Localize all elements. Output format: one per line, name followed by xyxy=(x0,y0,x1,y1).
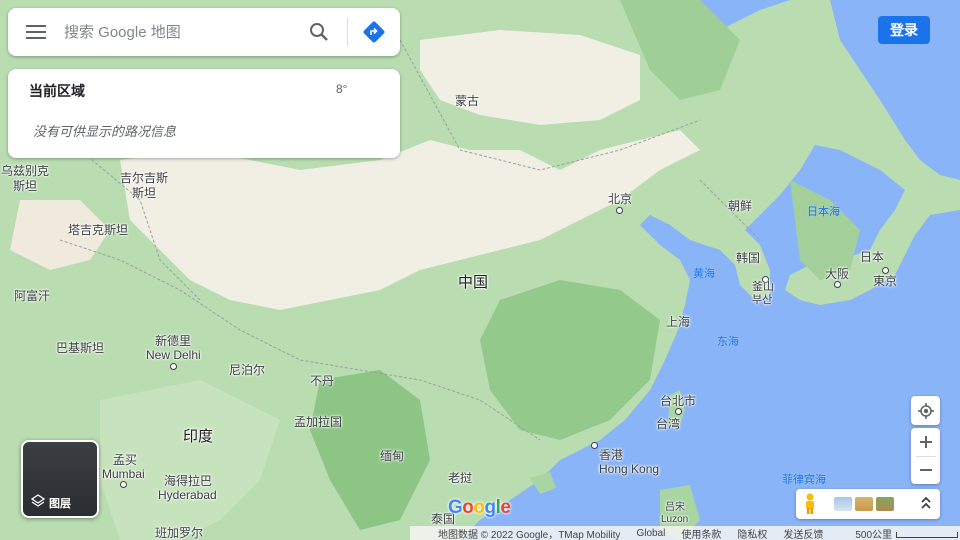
search-button[interactable] xyxy=(297,8,341,56)
expand-chevron-icon[interactable] xyxy=(920,496,932,510)
label-mumbai-cn: 孟买 xyxy=(113,453,138,467)
label-taipei: 台北市 xyxy=(660,394,697,408)
search-input[interactable] xyxy=(64,23,297,41)
label-mongolia: 蒙古 xyxy=(455,94,480,108)
zoom-in-button[interactable] xyxy=(911,428,940,456)
logo-letter-3: o xyxy=(473,497,485,518)
search-icon xyxy=(310,23,328,41)
zoom-control xyxy=(911,428,940,484)
menu-button[interactable] xyxy=(8,8,64,56)
plus-icon xyxy=(919,435,932,448)
label-china: 中国 xyxy=(458,274,489,291)
google-logo: Google xyxy=(448,497,511,519)
traffic-status-text: 没有可供显示的路况信息 xyxy=(33,124,177,139)
minus-icon xyxy=(919,469,932,472)
feedback-link[interactable]: 发送反馈 xyxy=(783,526,823,540)
label-laos: 老挝 xyxy=(448,471,473,485)
label-philippine-sea: 菲律宾海 xyxy=(782,474,826,486)
crosshair-icon xyxy=(917,402,934,419)
map-footer: 地图数据 © 2022 Google，TMap Mobility Global … xyxy=(410,526,960,540)
label-hongkong-en: Hong Kong xyxy=(599,462,660,476)
label-afghanistan: 阿富汗 xyxy=(14,289,51,303)
label-hyderabad-cn: 海得拉巴 xyxy=(164,474,213,488)
label-pakistan: 巴基斯坦 xyxy=(56,341,105,355)
city-dot-beijing xyxy=(616,207,623,214)
logo-letter-4: g xyxy=(484,497,497,518)
city-dot-osaka xyxy=(834,281,841,288)
street-view-bar xyxy=(796,489,940,519)
label-newdelhi-cn: 新德里 xyxy=(155,334,192,348)
label-busan: 釜山 부산 xyxy=(752,281,774,307)
city-dot-newdelhi xyxy=(170,363,177,370)
city-dot-hongkong xyxy=(591,442,598,449)
scale-bar xyxy=(896,531,959,538)
pegman-icon xyxy=(806,493,814,514)
layers-icon xyxy=(31,494,45,507)
logo-letter-2: o xyxy=(462,497,474,518)
label-taiwan: 台湾 xyxy=(656,417,681,431)
label-nepal: 尼泊尔 xyxy=(229,363,266,377)
label-osaka: 大阪 xyxy=(825,267,850,281)
label-kyrgyzstan-text: 吉尔吉斯 斯坦 xyxy=(119,171,168,200)
label-bangalore: 班加罗尔 xyxy=(155,526,204,540)
label-busan-text: 釜山 부산 xyxy=(752,281,774,306)
scale-label: 500公里 xyxy=(855,529,893,540)
logo-letter-6: e xyxy=(500,497,511,518)
label-beijing: 北京 xyxy=(608,192,633,206)
directions-icon xyxy=(363,21,385,43)
label-bhutan: 不丹 xyxy=(310,374,335,388)
label-east-sea: 东海 xyxy=(717,336,739,348)
my-location-button[interactable] xyxy=(911,396,940,425)
label-mumbai-en: Mumbai xyxy=(102,467,145,481)
logo-letter-1: G xyxy=(448,497,463,518)
imagery-thumbnail-2[interactable] xyxy=(855,497,873,511)
layers-label: 图层 xyxy=(49,498,71,510)
label-tajikistan: 塔吉克斯坦 xyxy=(68,223,129,237)
city-dot-taipei xyxy=(675,408,682,415)
privacy-link[interactable]: 隐私权 xyxy=(737,526,767,540)
weather-temperature: 8° xyxy=(336,82,348,96)
label-uzbekistan: 乌兹别克 斯坦 xyxy=(0,164,50,194)
map-attribution: 地图数据 © 2022 Google，TMap Mobility xyxy=(438,529,621,540)
label-newdelhi-en: New Delhi xyxy=(146,348,201,362)
traffic-info-card: 当前区域 8° 没有可供显示的路况信息 xyxy=(8,69,400,158)
label-myanmar: 缅甸 xyxy=(380,449,405,463)
imagery-thumbnail-1[interactable] xyxy=(834,497,852,511)
imagery-thumbnail-3[interactable] xyxy=(876,497,894,511)
directions-button[interactable] xyxy=(354,8,394,56)
label-sea-of-japan: 日本海 xyxy=(807,206,840,218)
label-tokyo: 東京 xyxy=(873,274,898,288)
label-south-korea: 韩国 xyxy=(736,251,761,265)
search-box xyxy=(8,8,400,56)
scale-indicator[interactable]: 500公里 xyxy=(839,526,959,540)
label-hyderabad-en: Hyderabad xyxy=(158,488,217,502)
traffic-card-title: 当前区域 xyxy=(29,83,85,99)
label-shanghai: 上海 xyxy=(666,315,691,329)
terms-link[interactable]: 使用条款 xyxy=(681,526,721,540)
city-dot-mumbai xyxy=(120,481,127,488)
divider xyxy=(347,18,348,46)
label-japan: 日本 xyxy=(860,250,885,264)
label-bangladesh: 孟加拉国 xyxy=(294,415,343,429)
pegman-button[interactable] xyxy=(796,489,824,519)
signin-button[interactable]: 登录 xyxy=(878,16,930,44)
city-dot-tokyo xyxy=(882,267,889,274)
hamburger-icon xyxy=(26,25,46,39)
label-kyrgyzstan: 吉尔吉斯 斯坦 xyxy=(113,171,175,201)
label-hongkong-cn: 香港 xyxy=(599,448,624,462)
global-link[interactable]: Global xyxy=(636,528,665,539)
label-north-korea: 朝鲜 xyxy=(728,199,753,213)
layers-button[interactable]: 图层 xyxy=(21,440,99,518)
label-uzbekistan-text: 乌兹别克 斯坦 xyxy=(0,164,49,193)
label-yellow-sea: 黄海 xyxy=(693,268,715,280)
label-india: 印度 xyxy=(183,428,214,445)
zoom-out-button[interactable] xyxy=(911,457,940,485)
